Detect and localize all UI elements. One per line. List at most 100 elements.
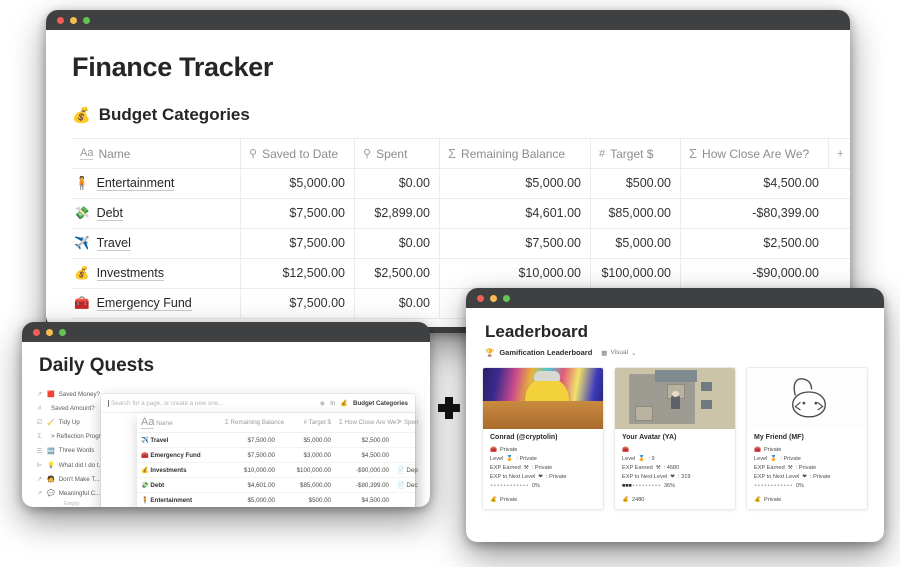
cell-target[interactable]: $85,000.00 [590, 198, 680, 229]
property-type-icon: Σ [37, 433, 42, 441]
popup-cell-remaining: $10,000.00 [221, 462, 279, 478]
popup-cell-name: 🧍 Entertainment [137, 492, 221, 507]
finance-page-body: Finance Tracker 💰 Budget Categories Aa N… [46, 30, 850, 327]
popup-result-row[interactable]: 💰 Investments $10,000.00 $100,000.00 -$9… [137, 462, 418, 478]
minimize-button[interactable] [46, 328, 53, 336]
cell-name[interactable]: 🧍 Entertainment [72, 168, 240, 199]
table-row[interactable]: 💸 Debt $7,500.00 $2,899.00 $4,601.00 $85… [72, 198, 850, 229]
column-label: Name [98, 146, 131, 161]
cell-remaining-balance[interactable]: $4,601.00 [439, 198, 590, 229]
add-column-button[interactable]: + [828, 138, 850, 169]
cell-saved-to-date[interactable]: $5,000.00 [240, 168, 354, 199]
progress-bar: ▪▪▪▪▪▪▪▪▪▪▪▪ [754, 482, 793, 489]
cell-empty [828, 258, 850, 289]
cell-saved-to-date[interactable]: $7,500.00 [240, 288, 354, 319]
progress-bar: ▪▪▪▪▪▪▪▪▪▪▪▪ [490, 482, 529, 489]
card-progress-row: ■■■▪▪▪▪▪▪▪▪▪ 36% [622, 481, 728, 490]
cell-how-close[interactable]: -$80,399.00 [680, 198, 828, 229]
cell-how-close[interactable]: -$90,000.00 [680, 258, 828, 289]
popup-cell-target: $3,000.00 [279, 447, 335, 463]
popup-cell-target: $500.00 [279, 492, 335, 507]
table-row[interactable]: 💰 Investments $12,500.00 $2,500.00 $10,0… [72, 258, 850, 289]
cell-saved-to-date[interactable]: $12,500.00 [240, 258, 354, 289]
table-header-row: Aa Name ⚲ Saved to Date ⚲ Spent Σ Remain… [72, 138, 850, 169]
card-thumbnail [747, 368, 867, 429]
row-title: Emergency Fund [96, 296, 192, 311]
popup-cell-target: $5,000.00 [279, 432, 335, 448]
minimize-button[interactable] [70, 16, 77, 24]
maximize-button[interactable] [59, 328, 66, 336]
maximize-button[interactable] [503, 294, 510, 302]
card-next-level-row: EXP to Next Level ❤: Private [754, 472, 860, 481]
property-type-icon: ☑ [36, 419, 43, 427]
popup-cell-remaining: $7,500.00 [221, 432, 279, 448]
popup-cell-target: $85,000.00 [279, 477, 335, 493]
popup-cell-target: $100,000.00 [279, 462, 335, 478]
window-titlebar [46, 10, 850, 30]
column-header-saved-to-date[interactable]: ⚲ Saved to Date [240, 138, 354, 169]
popup-cell-remaining: $5,000.00 [221, 492, 279, 507]
search-input[interactable]: Search for a page, or create a new one..… [108, 399, 315, 407]
cell-how-close[interactable]: $4,500.00 [680, 168, 828, 199]
window-titlebar [466, 288, 884, 308]
property-label: Three Words [58, 447, 95, 455]
in-label: In [330, 399, 336, 407]
maximize-button[interactable] [83, 16, 90, 24]
coin-icon: 💰 [754, 497, 761, 503]
cell-target[interactable]: $5,000.00 [590, 228, 680, 259]
clear-icon[interactable]: ◉ [320, 400, 325, 407]
cell-spent[interactable]: $2,899.00 [354, 198, 439, 229]
popup-result-row[interactable]: ✈️ Travel $7,500.00 $5,000.00 $2,500.00 [137, 432, 415, 448]
cell-saved-to-date[interactable]: $7,500.00 [240, 228, 354, 259]
popup-cell-extra: 📄 Dep [393, 462, 418, 478]
cell-spent[interactable]: $0.00 [354, 288, 439, 319]
close-button[interactable] [477, 294, 484, 302]
money-bag-icon: 💰 [72, 107, 91, 124]
card-body: Conrad (@cryptolin) 🧰 Private Level 🏅: Pri… [483, 429, 603, 509]
view-switcher[interactable]: ▦ Visual ⌄ [601, 349, 636, 357]
table-row[interactable]: 🧍 Entertainment $5,000.00 $0.00 $5,000.0… [72, 168, 850, 199]
cell-name[interactable]: 💸 Debt [72, 198, 240, 229]
cell-spent[interactable]: $0.00 [354, 168, 439, 199]
popup-cell-remaining: $7,500.00 [221, 447, 279, 463]
sigma-icon: Σ [689, 146, 698, 161]
heart-icon: ❤ [670, 473, 675, 480]
column-header-target[interactable]: # Target $ [590, 138, 680, 169]
property-emoji-icon: 💬 [47, 490, 55, 498]
popup-cell-name: 💰 Investments [137, 462, 221, 478]
leaderboard-card[interactable]: Your Avatar (YA) 🧰 Level 🏅: 9 EXP Earned ⚒… [614, 367, 736, 510]
cell-target[interactable]: $500.00 [590, 168, 680, 199]
close-button[interactable] [33, 328, 40, 336]
leaderboard-card[interactable]: Conrad (@cryptolin) 🧰 Private Level 🏅: Pri… [482, 367, 604, 510]
table-row[interactable]: ✈️ Travel $7,500.00 $0.00 $7,500.00 $5,0… [72, 228, 850, 259]
minimize-button[interactable] [490, 294, 497, 302]
popup-col-close: Σ How Close Are We? [335, 413, 400, 433]
popup-result-row[interactable]: 💸 Debt $4,601.00 $85,000.00 -$80,399.00 … [137, 477, 417, 493]
column-header-name[interactable]: Aa Name [72, 138, 240, 169]
cell-spent[interactable]: $2,500.00 [354, 258, 439, 289]
column-header-how-close[interactable]: Σ How Close Are We? [680, 138, 828, 169]
close-button[interactable] [57, 16, 64, 24]
cell-remaining-balance[interactable]: $7,500.00 [439, 228, 590, 259]
cell-remaining-balance[interactable]: $5,000.00 [439, 168, 590, 199]
cell-remaining-balance[interactable]: $10,000.00 [439, 258, 590, 289]
cell-name[interactable]: ✈️ Travel [72, 228, 240, 259]
cell-spent[interactable]: $0.00 [354, 228, 439, 259]
popup-result-row[interactable]: 🧍 Entertainment $5,000.00 $500.00 $4,500… [137, 492, 415, 507]
column-header-spent[interactable]: ⚲ Spent [354, 138, 439, 169]
popup-result-row[interactable]: 🧰 Emergency Fund $7,500.00 $3,000.00 $4,… [137, 447, 415, 463]
property-label: > Reflection Progr [51, 433, 101, 441]
exp-label: EXP Earned [754, 464, 785, 471]
cell-target[interactable]: $100,000.00 [590, 258, 680, 289]
column-header-remaining-balance[interactable]: Σ Remaining Balance [439, 138, 590, 169]
leaderboard-card[interactable]: My Friend (MF) 🧰 Private Level 🏅: Private … [746, 367, 868, 510]
cell-how-close[interactable]: $2,500.00 [680, 228, 828, 259]
level-label: Level [754, 455, 768, 462]
cell-name[interactable]: 💰 Investments [72, 258, 240, 289]
card-title: My Friend (MF) [754, 434, 804, 441]
medal-icon: 🏅 [638, 455, 646, 462]
row-title: Entertainment [96, 176, 175, 191]
cell-saved-to-date[interactable]: $7,500.00 [240, 198, 354, 229]
page-search-row[interactable]: Search for a page, or create a new one..… [101, 394, 415, 413]
cell-name[interactable]: 🧰 Emergency Fund [72, 288, 240, 319]
